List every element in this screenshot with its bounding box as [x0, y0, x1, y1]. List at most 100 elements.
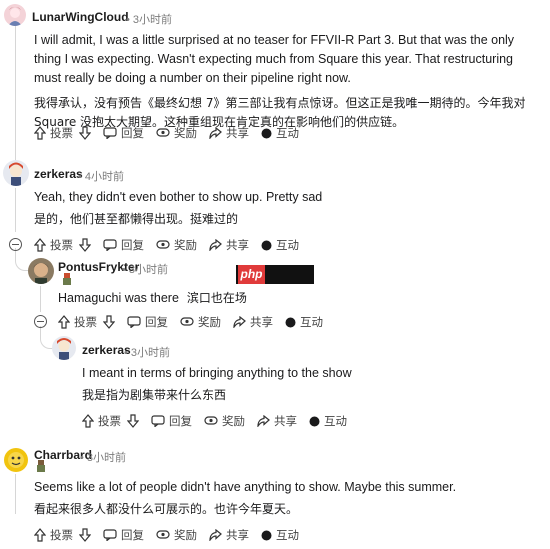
reply-icon [103, 239, 117, 251]
upvote-icon[interactable] [34, 238, 46, 252]
comment-text-en: Hamaguchi was there [58, 291, 179, 305]
avatar[interactable] [3, 160, 29, 186]
avatar-image [3, 160, 29, 186]
award-button[interactable]: 奖励 [156, 527, 197, 543]
upvote-icon[interactable] [82, 414, 94, 428]
downvote-icon[interactable] [127, 414, 139, 428]
award-icon [156, 127, 170, 139]
interact-icon [285, 317, 296, 328]
interact-button[interactable]: 互动 [261, 125, 299, 141]
user-flair-icon [63, 273, 71, 285]
award-button[interactable]: 奖励 [204, 413, 245, 429]
award-label: 奖励 [174, 240, 197, 252]
comment-meta: • 3小时前 [124, 344, 170, 360]
comment-text: Hamaguchi was there 滨口也在场 [58, 289, 518, 308]
award-icon [156, 239, 170, 251]
interact-button[interactable]: 互动 [309, 413, 347, 429]
comment-actions: 投票 回复 奖励 共享 互动 [34, 124, 311, 142]
thread-line [15, 188, 16, 232]
reply-button[interactable]: 回复 [151, 413, 192, 429]
avatar-image [52, 336, 76, 360]
award-icon [156, 529, 170, 541]
upvote-icon[interactable] [58, 315, 70, 329]
reply-button[interactable]: 回复 [103, 125, 144, 141]
vote-group: 投票 [34, 527, 91, 543]
reply-button[interactable]: 回复 [103, 527, 144, 543]
vote-group: 投票 [82, 413, 139, 429]
award-button[interactable]: 奖励 [156, 237, 197, 253]
comment-actions: 投票 回复 奖励 共享 互动 [34, 236, 311, 254]
username[interactable]: zerkeras [34, 167, 83, 181]
vote-label: 投票 [74, 317, 97, 329]
share-icon [209, 127, 222, 139]
share-button[interactable]: 共享 [233, 314, 273, 330]
share-label: 共享 [274, 416, 297, 428]
interact-button[interactable]: 互动 [261, 237, 299, 253]
avatar-image [4, 4, 26, 26]
reply-label: 回复 [121, 530, 144, 542]
avatar[interactable] [28, 258, 54, 284]
reply-label: 回复 [145, 317, 168, 329]
share-button[interactable]: 共享 [209, 237, 249, 253]
interact-icon [309, 416, 320, 427]
share-icon [257, 415, 270, 427]
comment-actions: 投票 回复 奖励 共享 互动 [58, 313, 335, 331]
timestamp[interactable]: 3小时前 [133, 14, 172, 26]
vote-label: 投票 [98, 416, 121, 428]
thread-line [15, 26, 16, 170]
username[interactable]: LunarWingCloud [32, 10, 129, 24]
downvote-icon[interactable] [79, 528, 91, 542]
comment-actions: 投票 回复 奖励 共享 互动 [82, 412, 359, 430]
vote-group: 投票 [34, 125, 91, 141]
collapse-thread-button[interactable] [9, 238, 22, 251]
comment-meta: • 3小时前 [126, 11, 172, 27]
downvote-icon[interactable] [79, 238, 91, 252]
timestamp[interactable]: 3小时前 [87, 452, 126, 464]
award-button[interactable]: 奖励 [156, 125, 197, 141]
thread-line [15, 474, 16, 514]
timestamp[interactable]: 3小时前 [129, 264, 168, 276]
avatar[interactable] [4, 448, 28, 472]
timestamp[interactable]: 4小时前 [85, 171, 124, 183]
comment-body: Hamaguchi was there 滨口也在场 [58, 289, 518, 308]
share-button[interactable]: 共享 [209, 125, 249, 141]
comment-text-zh: 我是指为剧集带来什么东西 [82, 388, 227, 402]
award-label: 奖励 [222, 416, 245, 428]
avatar[interactable] [52, 336, 76, 360]
reply-icon [103, 127, 117, 139]
comment-meta: • 3小时前 [122, 261, 168, 277]
comment-text-en: Yeah, they didn't even bother to show up… [34, 190, 323, 204]
avatar-image [4, 448, 28, 472]
upvote-icon[interactable] [34, 528, 46, 542]
meta-separator: • [124, 347, 128, 359]
share-icon [209, 529, 222, 541]
avatar[interactable] [4, 4, 26, 26]
vote-label: 投票 [50, 530, 73, 542]
interact-label: 互动 [276, 128, 299, 140]
interact-label: 互动 [276, 530, 299, 542]
downvote-icon[interactable] [103, 315, 115, 329]
award-button[interactable]: 奖励 [180, 314, 221, 330]
downvote-icon[interactable] [79, 126, 91, 140]
interact-label: 互动 [324, 416, 347, 428]
share-button[interactable]: 共享 [257, 413, 297, 429]
timestamp[interactable]: 3小时前 [131, 347, 170, 359]
share-button[interactable]: 共享 [209, 527, 249, 543]
interact-button[interactable]: 互动 [285, 314, 323, 330]
interact-label: 互动 [276, 240, 299, 252]
vote-label: 投票 [50, 240, 73, 252]
reply-label: 回复 [121, 240, 144, 252]
collapse-thread-button[interactable] [34, 315, 47, 328]
comment-actions: 投票 回复 奖励 共享 互动 [34, 526, 311, 544]
meta-separator: • [78, 171, 82, 183]
meta-separator: • [80, 452, 84, 464]
comment-text-zh: 是的，他们甚至都懒得出现。挺难过的 [34, 212, 239, 226]
thread-connector [40, 326, 53, 349]
upvote-icon[interactable] [34, 126, 46, 140]
share-label: 共享 [226, 128, 249, 140]
thread-line [40, 286, 41, 312]
interact-button[interactable]: 互动 [261, 527, 299, 543]
reply-button[interactable]: 回复 [127, 314, 168, 330]
reply-button[interactable]: 回复 [103, 237, 144, 253]
share-label: 共享 [226, 530, 249, 542]
